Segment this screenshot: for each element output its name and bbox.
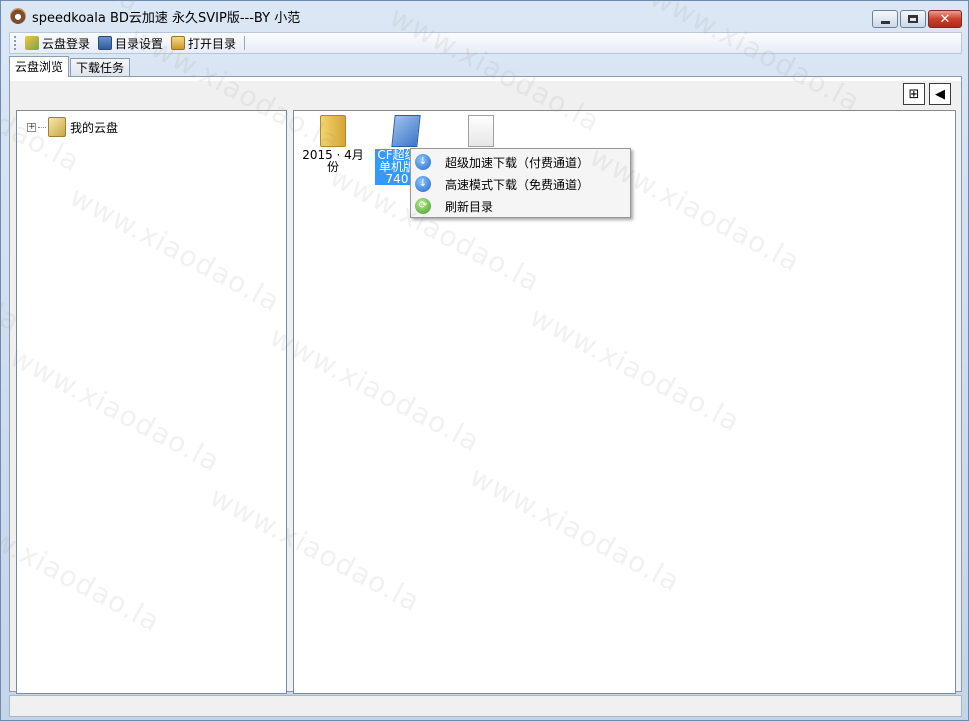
title-bar[interactable]: speedkoala BD云加速 永久SVIP版---BY 小范 ✕ [1,1,968,31]
blue-file-icon [391,115,421,147]
toolbar-separator [244,36,246,50]
view-buttons: ⊞ ◀ [899,83,951,105]
maximize-button[interactable] [900,10,926,28]
folder-tree[interactable]: + 我的云盘 [16,110,287,694]
tree-expander[interactable]: + [27,122,36,132]
menu-item-label: 高速模式下载（免费通道） [445,177,590,192]
maximize-icon [908,15,918,23]
toolbar: 云盘登录 目录设置 打开目录 [9,32,962,54]
directory-settings-label: 目录设置 [115,36,164,51]
open-folder-icon [171,36,186,50]
tree-connector [38,126,46,128]
menu-item-refresh[interactable]: ⟳ 刷新目录 [411,195,630,217]
close-button[interactable]: ✕ [928,10,962,28]
menu-item-label: 刷新目录 [445,199,494,214]
cloud-login-icon [25,36,39,50]
menu-item-fast-download[interactable]: ↓ 高速模式下载（免费通道） [411,173,630,195]
context-menu: ↓ 超级加速下载（付费通道） ↓ 高速模式下载（免费通道） ⟳ 刷新目录 [410,148,631,218]
file-item[interactable]: 2015 · 4月 份 [296,115,370,173]
file-name-line: 份 [326,160,339,174]
minimize-button[interactable] [872,10,898,28]
window-title: speedkoala BD云加速 永久SVIP版---BY 小范 [32,10,301,26]
toolbar-grip[interactable] [14,36,17,50]
tree-node-my-cloud[interactable]: + 我的云盘 [27,117,118,137]
tab-strip: 云盘浏览 下载任务 [9,56,131,77]
tab-cloud-browse[interactable]: 云盘浏览 [9,56,70,77]
download-icon: ↓ [415,176,431,192]
download-icon: ↓ [415,154,431,170]
cloud-login-label: 云盘登录 [42,36,91,51]
directory-settings-icon [98,36,113,50]
back-button[interactable]: ◀ [929,83,951,105]
text-file-icon [468,115,494,147]
refresh-icon: ⟳ [415,198,431,214]
close-icon: ✕ [939,11,951,27]
menu-item-super-download[interactable]: ↓ 超级加速下载（付费通道） [411,151,630,173]
panel-top-strip [10,77,961,81]
minimize-icon [880,20,890,24]
back-arrow-icon: ◀ [935,86,945,102]
open-directory-button[interactable]: 打开目录 [167,33,240,53]
grid-view-button[interactable]: ⊞ [903,83,925,105]
folder-icon [320,115,346,147]
file-name: 2015 · 4月 份 [296,149,370,173]
tab-download-tasks[interactable]: 下载任务 [70,58,131,77]
menu-item-label: 超级加速下载（付费通道） [445,155,590,170]
app-window: speedkoala BD云加速 永久SVIP版---BY 小范 ✕ 云盘登录 … [0,0,969,721]
app-icon [10,8,26,24]
status-bar [9,695,962,717]
cloud-drive-icon [48,117,66,137]
caption-buttons: ✕ [870,10,962,28]
open-directory-label: 打开目录 [188,36,237,51]
tree-node-label: 我的云盘 [70,120,119,135]
file-item[interactable] [444,115,518,149]
grid-icon: ⊞ [908,86,920,102]
cloud-login-button[interactable]: 云盘登录 [21,33,94,53]
directory-settings-button[interactable]: 目录设置 [94,33,167,53]
